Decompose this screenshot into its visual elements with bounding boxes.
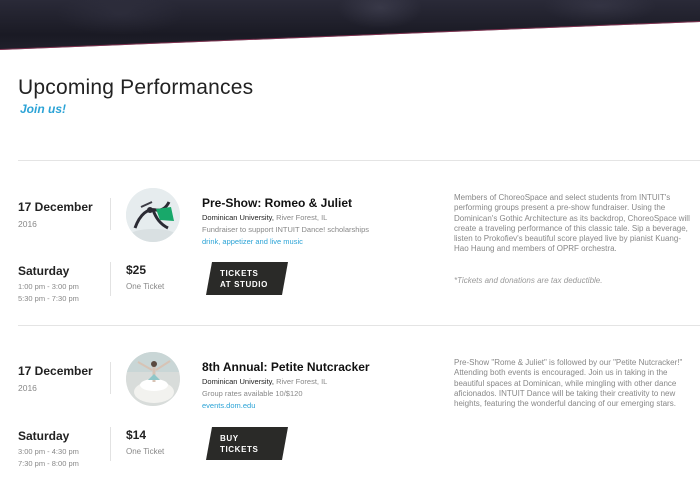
event-description: Pre-Show "Rome & Juliet" is followed by … [454,358,683,409]
dancer-icon [126,188,180,242]
venue-location: River Forest, IL [276,377,328,386]
price-note: One Ticket [126,447,165,456]
event-date: 17 December [18,364,93,378]
tax-note: *Tickets and donations are tax deductibl… [454,276,603,285]
event-time: 5:30 pm - 7:30 pm [18,294,79,303]
event-venue: Dominican University, River Forest, IL [202,377,327,386]
event-note: Fundraiser to support INTUIT Dance! scho… [202,225,370,234]
venue-name: Dominican University, [202,377,274,386]
event-thumbnail[interactable] [126,188,180,242]
event-time: 7:30 pm - 8:00 pm [18,459,79,468]
venue-location: River Forest, IL [276,213,328,222]
hero-image [0,0,700,50]
column-divider [110,427,111,461]
venue-name: Dominican University, [202,213,274,222]
divider [18,325,700,326]
button-label-line: TICKETS [220,445,259,454]
button-label-line: TICKETS [220,269,259,278]
event-day: Saturday [18,264,70,278]
button-label-line: BUY [220,434,239,443]
event-link[interactable]: events.dom.edu [202,401,255,410]
buy-tickets-button[interactable]: BUY TICKETS [206,427,288,460]
column-divider [110,198,111,230]
event-link[interactable]: drink, appetizer and live music [202,237,303,246]
button-label-line: AT STUDIO [220,280,268,289]
section-title: Upcoming Performances [18,76,254,99]
ballerina-icon [126,352,180,406]
event-note: Group rates available 10/$120 [202,389,303,398]
ticket-price: $14 [126,428,147,442]
event-title[interactable]: 8th Annual: Petite Nutcracker [202,360,370,374]
tickets-at-studio-button[interactable]: TICKETS AT STUDIO [206,262,288,295]
ticket-price: $25 [126,263,147,277]
section-subtitle: Join us! [20,102,67,116]
event-time: 3:00 pm - 4:30 pm [18,447,79,456]
event-year: 2016 [18,219,37,229]
event-thumbnail[interactable] [126,352,180,406]
column-divider [110,262,111,296]
event-description: Members of ChoreoSpace and select studen… [454,193,690,254]
event-venue: Dominican University, River Forest, IL [202,213,327,222]
price-note: One Ticket [126,282,165,291]
divider [18,160,700,161]
column-divider [110,362,111,394]
event-year: 2016 [18,383,37,393]
event-time: 1:00 pm - 3:00 pm [18,282,79,291]
event-date: 17 December [18,200,93,214]
event-title[interactable]: Pre-Show: Romeo & Juliet [202,196,352,210]
event-day: Saturday [18,429,70,443]
